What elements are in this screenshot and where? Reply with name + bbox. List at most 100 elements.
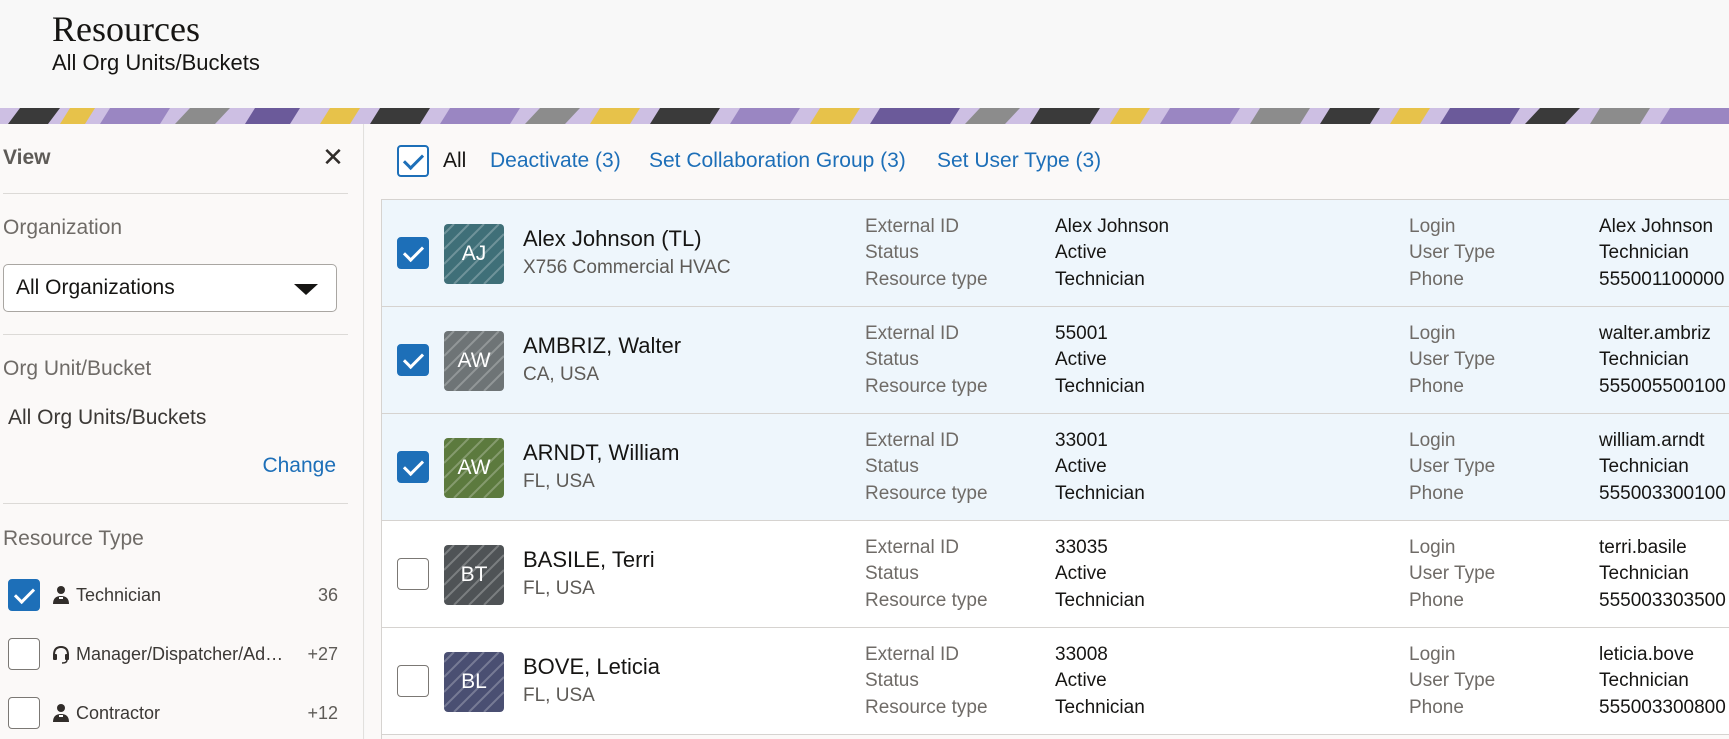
phone-value: 555001100000: [1599, 269, 1725, 290]
resource-type-item-count: 36: [317, 585, 338, 605]
table-row[interactable]: AW AMBRIZ, Walter CA, USA External ID Status…: [382, 307, 1729, 414]
external-id-value: 33035: [1055, 537, 1108, 558]
headset-icon: [53, 645, 69, 664]
resource-name[interactable]: AMBRIZ, Walter: [523, 333, 681, 359]
resource-name[interactable]: BOVE, Leticia: [523, 654, 660, 680]
resource-type-value: Technician: [1055, 376, 1145, 397]
table-row[interactable]: BT BASILE, Terri FL, USA External ID Status R…: [382, 521, 1729, 628]
close-icon[interactable]: ✕: [320, 144, 346, 170]
phone-label: Phone: [1409, 590, 1464, 611]
external-id-label: External ID: [865, 644, 959, 665]
phone-value: 555005500100: [1599, 376, 1726, 397]
resource-type-value: Technician: [1055, 269, 1145, 290]
row-checkbox[interactable]: [397, 451, 429, 483]
table-row[interactable]: AW ARNDT, William FL, USA External ID Status…: [382, 414, 1729, 521]
user-type-label: User Type: [1409, 563, 1496, 584]
phone-value: 555003300800: [1599, 697, 1726, 718]
user-type-value: Technician: [1599, 563, 1689, 584]
user-type-value: Technician: [1599, 670, 1689, 691]
resource-type-item-contractor[interactable]: Contractor +12: [8, 697, 338, 731]
user-type-label: User Type: [1409, 670, 1496, 691]
resource-type-item-count: +27: [307, 644, 338, 664]
organization-label: Organization: [3, 216, 123, 239]
divider: [3, 334, 348, 335]
status-label: Status: [865, 349, 919, 370]
table-row[interactable]: AJ Alex Johnson (TL) X756 Commercial HVAC E…: [382, 200, 1729, 307]
resource-type-label: Resource type: [865, 483, 988, 504]
status-label: Status: [865, 670, 919, 691]
organization-selected-value: All Organizations: [16, 276, 175, 299]
resource-type-item-count: +12: [307, 703, 338, 723]
organization-select[interactable]: All Organizations: [3, 264, 337, 312]
resource-type-item-manager[interactable]: Manager/Dispatcher/Ad… +27: [8, 638, 338, 672]
avatar-initials: BL: [461, 670, 487, 693]
select-all-label: All: [443, 149, 467, 172]
login-label: Login: [1409, 216, 1456, 237]
status-value: Active: [1055, 242, 1107, 263]
contractor-checkbox[interactable]: [8, 697, 40, 729]
set-user-type-button[interactable]: Set User Type (3): [937, 149, 1101, 173]
user-type-value: Technician: [1599, 349, 1689, 370]
row-checkbox[interactable]: [397, 558, 429, 590]
resource-type-label: Resource type: [865, 590, 988, 611]
external-id-label: External ID: [865, 323, 959, 344]
status-value: Active: [1055, 349, 1107, 370]
avatar-initials: AW: [457, 456, 491, 479]
select-all-checkbox[interactable]: [397, 145, 429, 177]
phone-label: Phone: [1409, 697, 1464, 718]
avatar: AJ: [444, 224, 504, 284]
login-value: walter.ambriz: [1599, 323, 1711, 344]
row-checkbox[interactable]: [397, 237, 429, 269]
avatar-initials: BT: [460, 563, 488, 586]
resource-type-label: Resource Type: [3, 527, 144, 550]
login-value: terri.basile: [1599, 537, 1687, 558]
set-collaboration-group-button[interactable]: Set Collaboration Group (3): [649, 149, 906, 173]
user-type-label: User Type: [1409, 349, 1496, 370]
org-unit-value: All Org Units/Buckets: [8, 406, 207, 429]
avatar-initials: AJ: [461, 242, 487, 265]
resource-location: FL, USA: [523, 471, 595, 492]
external-id-value: 55001: [1055, 323, 1108, 344]
technician-checkbox[interactable]: [8, 579, 40, 611]
external-id-label: External ID: [865, 537, 959, 558]
phone-value: 555003303500: [1599, 590, 1726, 611]
deactivate-button[interactable]: Deactivate (3): [490, 149, 621, 173]
resource-type-item-label: Technician: [76, 585, 162, 605]
external-id-label: External ID: [865, 216, 959, 237]
resource-list: AJ Alex Johnson (TL) X756 Commercial HVAC E…: [381, 199, 1729, 739]
resource-location: FL, USA: [523, 685, 595, 706]
resource-name[interactable]: BASILE, Terri: [523, 547, 655, 573]
org-unit-label: Org Unit/Bucket: [3, 357, 152, 380]
resource-name[interactable]: Alex Johnson (TL): [523, 226, 702, 252]
status-value: Active: [1055, 670, 1107, 691]
avatar: BL: [444, 652, 504, 712]
login-label: Login: [1409, 537, 1456, 558]
resource-type-item-technician[interactable]: Technician 36: [8, 579, 338, 613]
resource-type-label: Resource type: [865, 376, 988, 397]
row-checkbox[interactable]: [397, 344, 429, 376]
phone-value: 555003300100: [1599, 483, 1726, 504]
login-label: Login: [1409, 644, 1456, 665]
resource-name[interactable]: ARNDT, William: [523, 440, 679, 466]
avatar: AW: [444, 331, 504, 391]
divider: [3, 193, 348, 194]
resource-type-value: Technician: [1055, 590, 1145, 611]
resource-location: FL, USA: [523, 578, 595, 599]
user-type-label: User Type: [1409, 242, 1496, 263]
row-checkbox[interactable]: [397, 665, 429, 697]
phone-label: Phone: [1409, 376, 1464, 397]
chevron-down-icon: [294, 284, 318, 295]
change-org-unit-link[interactable]: Change: [262, 454, 336, 478]
user-type-label: User Type: [1409, 456, 1496, 477]
table-row[interactable]: BL BOVE, Leticia FL, USA External ID Status R…: [382, 628, 1729, 735]
login-value: Alex Johnson: [1599, 216, 1714, 237]
divider: [3, 503, 348, 504]
resource-location: CA, USA: [523, 364, 600, 385]
bulk-action-toolbar: All Deactivate (3) Set Collaboration Gro…: [365, 124, 1729, 199]
filter-sidebar: View ✕ Organization All Organizations Or…: [0, 124, 364, 739]
manager-checkbox[interactable]: [8, 638, 40, 670]
avatar-initials: AW: [457, 349, 491, 372]
person-icon: [53, 586, 69, 604]
phone-label: Phone: [1409, 269, 1464, 290]
person-icon: [53, 704, 69, 722]
